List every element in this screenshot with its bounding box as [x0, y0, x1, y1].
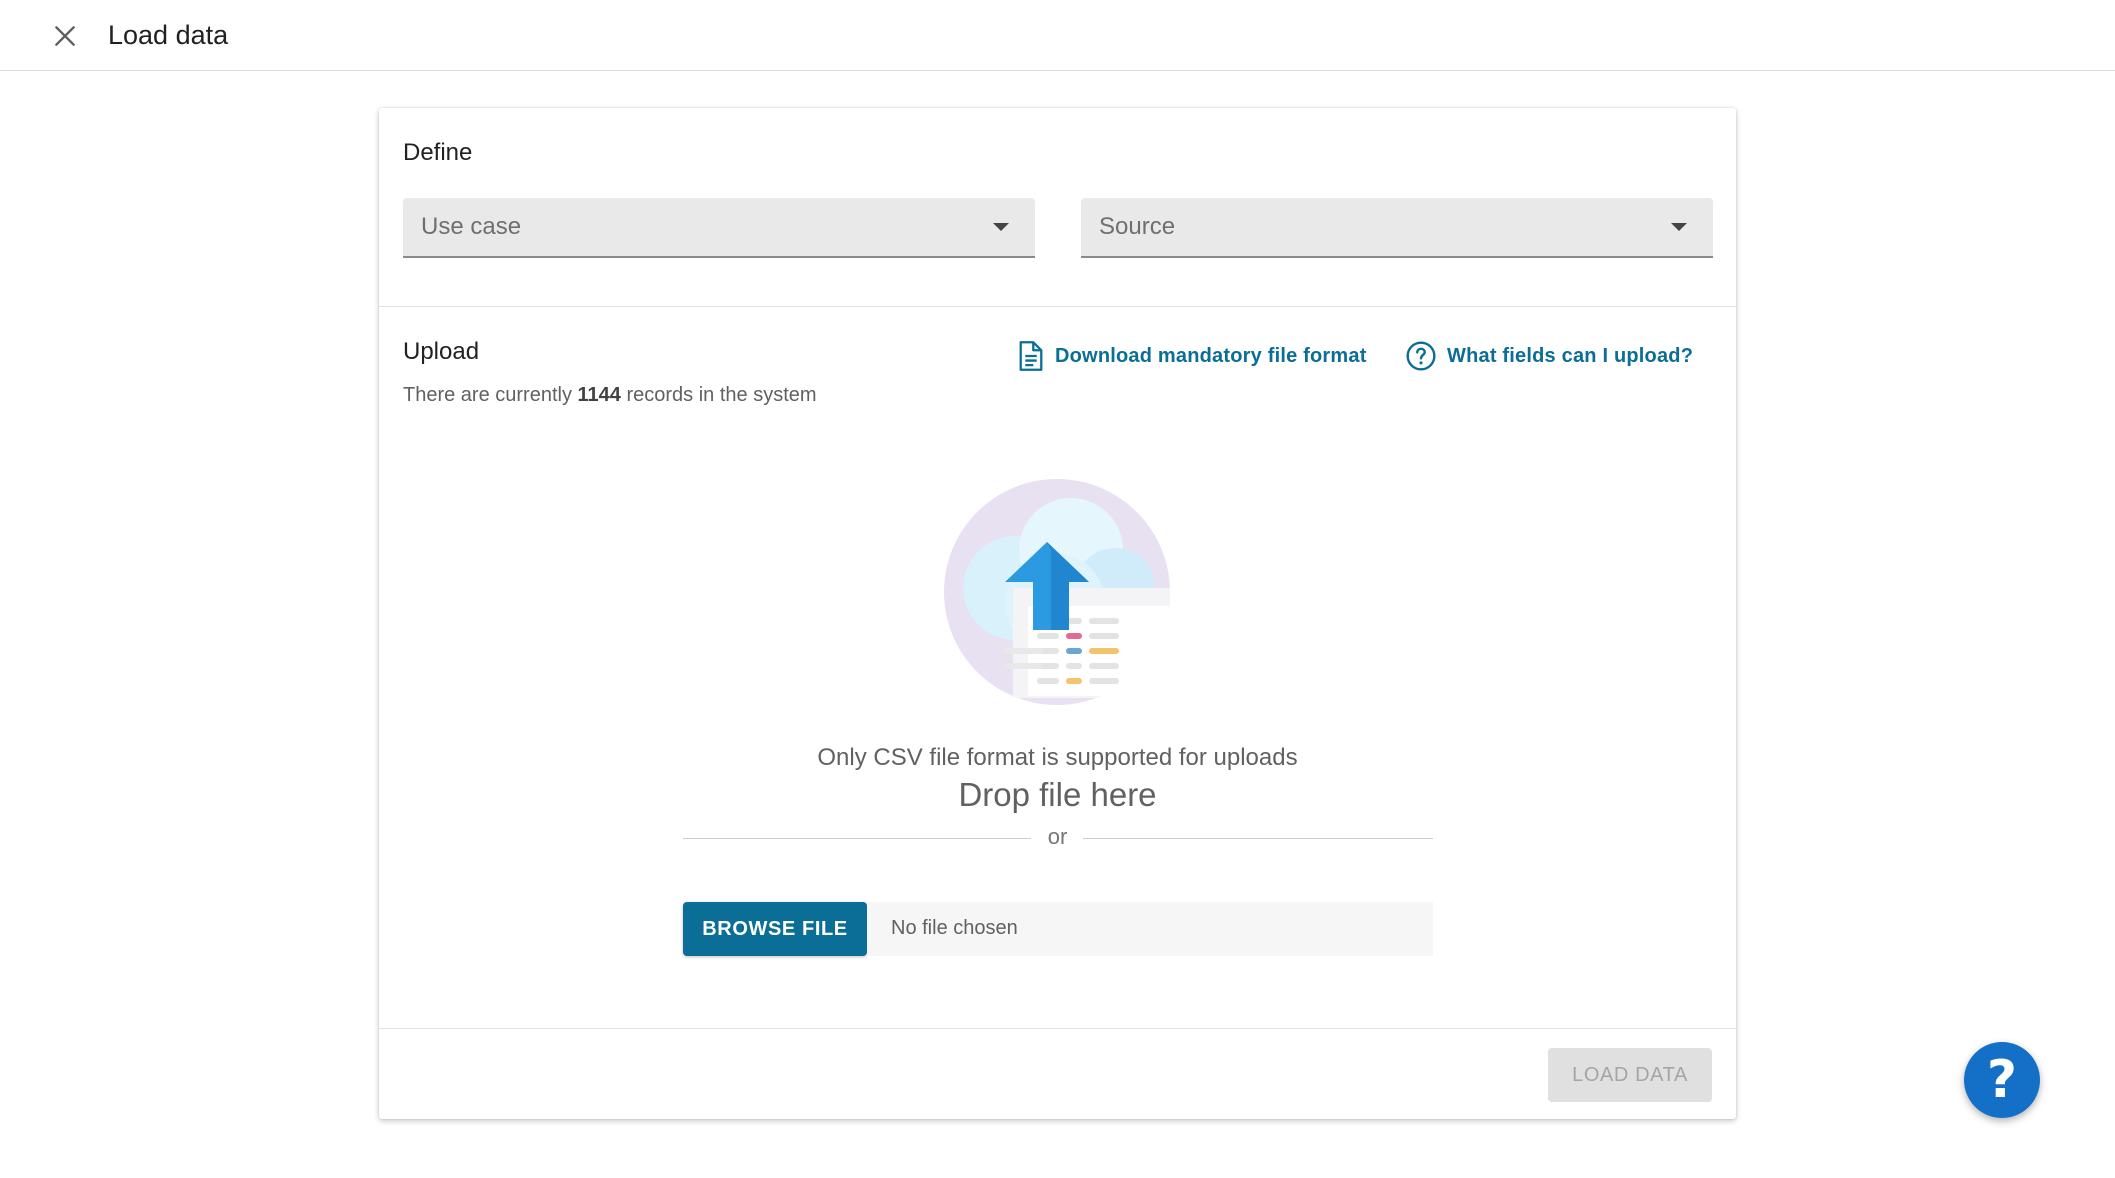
define-section-title: Define: [403, 139, 473, 166]
csv-support-note: Only CSV file format is supported for up…: [817, 744, 1298, 771]
records-count-text: There are currently 1144 records in the …: [403, 384, 817, 407]
download-file-format-link[interactable]: Download mandatory file format: [1017, 340, 1367, 372]
document-icon: [1019, 341, 1043, 371]
download-link-label: Download mandatory file format: [1055, 344, 1367, 367]
file-name-field: No file chosen: [867, 902, 1433, 956]
drop-zone-text: Drop file here: [958, 776, 1157, 813]
page-title: Load data: [108, 20, 229, 50]
file-status-text: No file chosen: [891, 917, 1018, 939]
question-mark-icon: ?: [1986, 1050, 2018, 1110]
upload-cloud-illustration: [944, 479, 1170, 705]
or-text: or: [1047, 824, 1068, 849]
dropdown-arrow-icon: [993, 223, 1009, 231]
close-icon: [55, 26, 75, 46]
what-fields-link[interactable]: What fields can I upload?: [1405, 340, 1693, 372]
close-button[interactable]: [46, 18, 84, 54]
load-data-card: Define Use case Source Upload There are …: [379, 108, 1736, 1119]
source-select[interactable]: Source: [1081, 198, 1713, 258]
records-suffix: records in the system: [626, 384, 817, 406]
source-placeholder: Source: [1099, 213, 1176, 240]
help-circle-icon: [1406, 341, 1436, 371]
upload-section-title: Upload: [403, 338, 480, 365]
top-bar: Load data: [0, 0, 2115, 71]
browse-file-button[interactable]: BROWSE FILE: [683, 902, 867, 956]
load-data-button[interactable]: LOAD DATA: [1548, 1048, 1712, 1102]
use-case-select[interactable]: Use case: [403, 198, 1035, 258]
dropdown-arrow-icon: [1671, 223, 1687, 231]
section-divider: [379, 306, 1736, 307]
footer-divider: [379, 1028, 1736, 1029]
help-fab-button[interactable]: ?: [1964, 1042, 2040, 1118]
records-prefix: There are currently: [403, 384, 572, 406]
fields-link-label: What fields can I upload?: [1447, 344, 1694, 367]
records-count: 1144: [577, 384, 621, 406]
or-divider-right: [1083, 838, 1433, 839]
use-case-placeholder: Use case: [421, 213, 522, 240]
